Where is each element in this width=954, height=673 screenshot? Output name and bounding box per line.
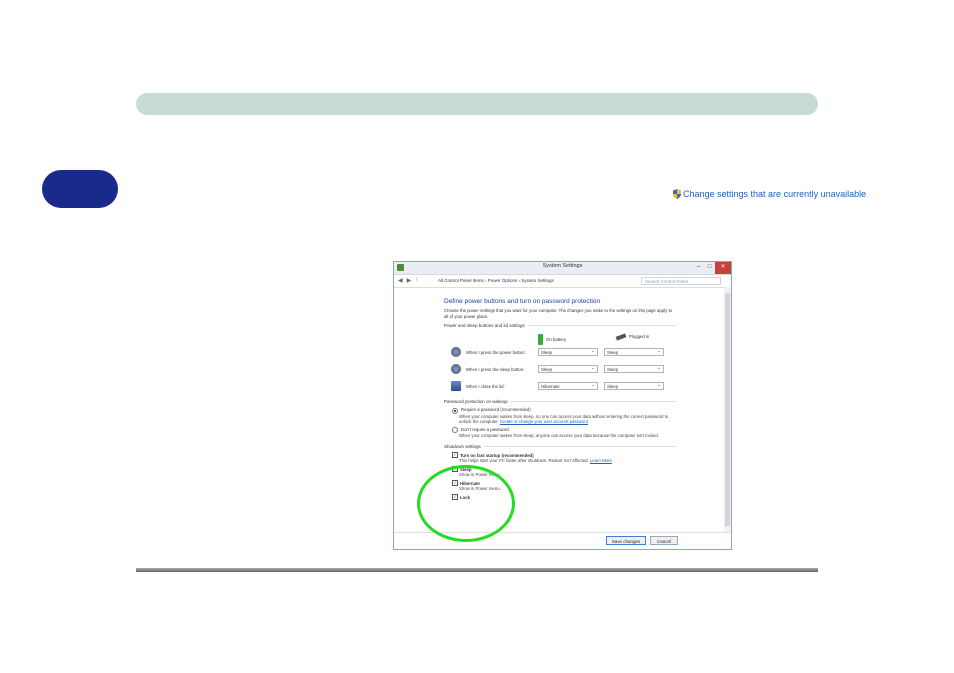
plug-icon xyxy=(615,332,627,341)
change-settings-link[interactable]: Change settings that are currently unava… xyxy=(673,189,866,199)
laptop-lid-icon xyxy=(451,381,461,391)
no-password-desc: When your computer wakes from sleep, any… xyxy=(459,433,660,438)
uac-shield-icon xyxy=(673,189,681,199)
power-button-row: When I press the power button: Sleep Sle… xyxy=(444,345,676,362)
footer-rule xyxy=(136,568,818,572)
up-arrow-icon[interactable]: ↑ xyxy=(415,277,418,284)
save-changes-button[interactable]: Save changes xyxy=(606,536,646,545)
window-title: System Settings xyxy=(542,263,583,269)
chapter-tab xyxy=(42,170,118,208)
minimize-button[interactable]: – xyxy=(693,262,704,274)
page-header-bar xyxy=(136,93,818,115)
fast-startup-desc: This helps start your PC faster after sh… xyxy=(459,458,612,463)
on-battery-column: On battery xyxy=(538,334,566,345)
lid-row: When I close the lid: Hibernate Sleep xyxy=(444,379,676,396)
sleep-button-icon xyxy=(451,364,461,374)
search-input[interactable]: Search Control Panel xyxy=(641,276,721,285)
address-bar: ◀ ▶ ↑ All Control Panel Items › Power Op… xyxy=(394,275,731,288)
sleep-button-battery-select[interactable]: Sleep xyxy=(538,365,598,373)
close-button[interactable]: ✕ xyxy=(715,262,731,274)
learn-more-link[interactable]: Learn More xyxy=(590,458,612,463)
back-arrow-icon[interactable]: ◀ xyxy=(398,277,403,284)
power-button-icon xyxy=(451,347,461,357)
shutdown-settings-highlight-circle xyxy=(417,465,515,542)
radio-unselected-icon[interactable] xyxy=(452,427,458,433)
lid-battery-select[interactable]: Hibernate xyxy=(538,382,598,390)
lid-plugged-select[interactable]: Sleep xyxy=(604,382,664,390)
cancel-button[interactable]: Cancel xyxy=(650,536,678,545)
shutdown-section-title: Shutdown settings xyxy=(444,444,676,449)
forward-arrow-icon[interactable]: ▶ xyxy=(407,277,412,284)
radio-selected-icon[interactable] xyxy=(452,407,458,414)
battery-icon xyxy=(538,334,543,345)
page-description: Choose the power settings that you want … xyxy=(444,308,673,319)
power-button-battery-select[interactable]: Sleep xyxy=(538,348,598,356)
sleep-button-row: When I press the sleep button: Sleep Sle… xyxy=(444,362,676,379)
change-settings-text[interactable]: Change settings that are currently unava… xyxy=(683,189,866,199)
create-password-link[interactable]: Create or change your user account passw… xyxy=(500,419,588,424)
breadcrumb[interactable]: All Control Panel Items › Power Options … xyxy=(438,278,631,283)
checkbox-checked-icon[interactable]: ✓ xyxy=(452,452,458,458)
maximize-button[interactable]: □ xyxy=(704,262,715,274)
power-section-title: Power and sleep buttons and lid settings xyxy=(444,323,676,328)
plugged-in-column: Plugged in xyxy=(615,332,649,341)
sleep-button-plugged-select[interactable]: Sleep xyxy=(604,365,664,373)
title-bar: System Settings – □ ✕ xyxy=(394,262,731,275)
password-section-title: Password protection on wakeup xyxy=(444,399,676,404)
power-button-plugged-select[interactable]: Sleep xyxy=(604,348,664,356)
page-heading: Define power buttons and turn on passwor… xyxy=(444,298,601,305)
vertical-scrollbar[interactable] xyxy=(724,287,731,532)
require-password-desc: When your computer wakes from sleep, no … xyxy=(459,413,669,424)
